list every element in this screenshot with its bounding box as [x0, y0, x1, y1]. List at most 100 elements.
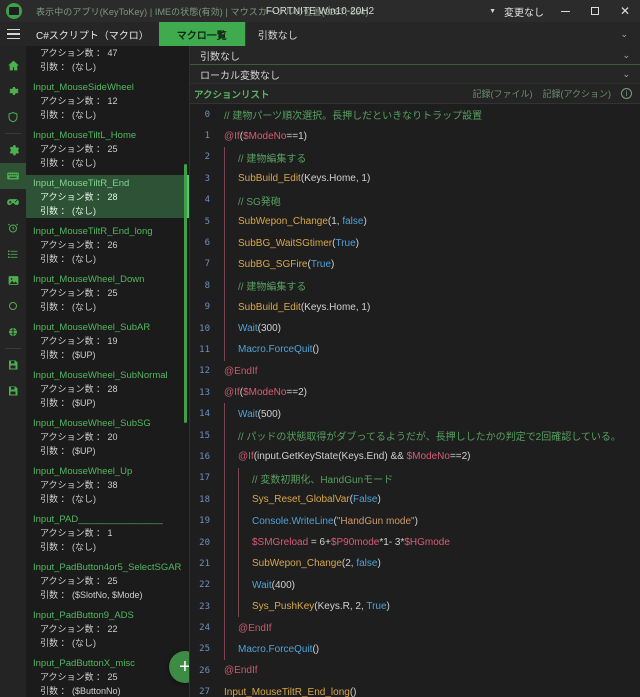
- indent-guide: [224, 403, 225, 425]
- image-icon[interactable]: [0, 267, 26, 293]
- macro-list-scroll-thumb[interactable]: [184, 164, 187, 424]
- code-token: false: [356, 558, 378, 570]
- code-line[interactable]: 19 Console.WriteLine("HandGun mode"): [190, 510, 640, 532]
- script-mode-label: C#スクリプト（マクロ）: [36, 30, 149, 42]
- code-line[interactable]: 18 Sys_Reset_GlobalVar(False): [190, 489, 640, 511]
- home-icon[interactable]: [0, 52, 26, 78]
- code-token: ==2): [449, 451, 471, 463]
- minimize-button[interactable]: [550, 0, 580, 22]
- code-token: @EndIf: [224, 665, 258, 677]
- maximize-button[interactable]: [580, 0, 610, 22]
- close-button[interactable]: ✕: [610, 0, 640, 22]
- code-line[interactable]: 8 // 建物編集する: [190, 275, 640, 297]
- code-token: Wait: [252, 579, 272, 591]
- list-icon[interactable]: [0, 241, 26, 267]
- hamburger-menu-icon[interactable]: [0, 22, 26, 46]
- code-line[interactable]: 4 // SG発砲: [190, 189, 640, 211]
- macro-list-item[interactable]: Input_PadButton4or5_SelectSGAR アクション数 ： 2…: [26, 559, 189, 602]
- macro-list-scroll[interactable]: アクション数 ： 47 引数 ： (なし) Input_MouseSideWheel…: [26, 46, 189, 697]
- locals-combo[interactable]: ローカル変数なし ⌄: [190, 65, 640, 84]
- chevron-down-icon[interactable]: ▼: [481, 8, 504, 15]
- macro-item-name: Input_MouseWheel_SubSG: [33, 418, 151, 429]
- alarm-clock-icon[interactable]: [0, 215, 26, 241]
- icon-rail: [0, 46, 26, 697]
- macro-item-name: Input_MouseTiltR_End_long: [33, 226, 153, 237]
- macro-item-name: Input_PadButton4or5_SelectSGAR: [33, 562, 182, 573]
- gear-icon[interactable]: [0, 137, 26, 163]
- code-line[interactable]: 5 SubWepon_Change(1, false): [190, 210, 640, 233]
- code-line[interactable]: 14 Wait(500): [190, 403, 640, 425]
- code-line[interactable]: 27 Input_MouseTiltR_End_long(): [190, 682, 640, 697]
- chevron-down-icon[interactable]: ⌄: [620, 29, 628, 40]
- macro-list-item[interactable]: アクション数 ： 47 引数 ： (なし): [26, 46, 189, 74]
- macro-list-item[interactable]: Input_PadButton9_ADS アクション数 ： 22 引数 ： (なし): [26, 607, 189, 650]
- record-action-button[interactable]: 記録(アクション): [542, 87, 611, 100]
- args-combo[interactable]: 引数なし ⌄: [190, 46, 640, 65]
- macro-list-item[interactable]: Input_MouseWheel_Down アクション数 ： 25 引数 ： (なし…: [26, 271, 189, 314]
- macro-list-panel[interactable]: アクション数 ： 47 引数 ： (なし) Input_MouseSideWheel…: [26, 46, 190, 697]
- globe-icon[interactable]: [0, 319, 26, 345]
- code-line[interactable]: 3 SubBuild_Edit(Keys.Home, 1): [190, 168, 640, 190]
- code-line[interactable]: 0 // 建物パーツ順次選択。長押しだといきなりトラップ設置: [190, 104, 640, 125]
- settings-gear-icon[interactable]: [0, 78, 26, 104]
- code-line[interactable]: 23 Sys_PushKey(Keys.R, 2, True): [190, 595, 640, 618]
- code-line-text: Macro.ForceQuit(): [238, 644, 319, 655]
- circle-icon[interactable]: [0, 293, 26, 319]
- macro-list-item[interactable]: Input_MouseWheel_Up アクション数 ： 38 引数 ： (なし): [26, 463, 189, 506]
- code-line[interactable]: 17 // 変数初期化、HandGunモード: [190, 467, 640, 490]
- tab-macro-list[interactable]: マクロ一覧: [158, 22, 245, 46]
- gamepad-icon[interactable]: [0, 189, 26, 215]
- code-token: // SG発砲: [238, 196, 281, 208]
- macro-list-item[interactable]: Input_MouseWheel_SubNormal アクション数 ： 28 引数 …: [26, 367, 189, 410]
- chevron-down-icon[interactable]: ⌄: [622, 50, 630, 61]
- save-as-icon[interactable]: [0, 378, 26, 404]
- info-icon[interactable]: i: [621, 88, 632, 99]
- code-line[interactable]: 26 @EndIf: [190, 660, 640, 681]
- code-token: True: [366, 601, 387, 613]
- macro-list-item[interactable]: Input_MouseSideWheel アクション数 ： 12 引数 ： (なし): [26, 79, 189, 122]
- code-line[interactable]: 24 @EndIf: [190, 617, 640, 639]
- code-token: SubBG_SGFire: [238, 258, 308, 270]
- line-number: 19: [199, 516, 210, 527]
- shield-icon[interactable]: [0, 104, 26, 130]
- code-line[interactable]: 6 SubBG_WaitSGtimer(True): [190, 232, 640, 254]
- chevron-down-icon[interactable]: ⌄: [622, 69, 630, 80]
- code-line[interactable]: 12 @EndIf: [190, 361, 640, 382]
- code-line[interactable]: 9 SubBuild_Edit(Keys.Home, 1): [190, 296, 640, 318]
- code-line[interactable]: 20 $SMGreload = 6+$P90mode*1- 3*$HGmode: [190, 531, 640, 554]
- macro-list-item[interactable]: Input_MouseTiltR_End_long アクション数 ： 26 引数 ：…: [26, 223, 189, 266]
- code-line[interactable]: 21 SubWepon_Change(2, false): [190, 553, 640, 575]
- code-line[interactable]: 10 Wait(300): [190, 317, 640, 340]
- macro-list-item[interactable]: Input_MouseWheel_SubAR アクション数 ： 19 引数 ： ($…: [26, 319, 189, 362]
- toolbar-args-field[interactable]: 引数なし ⌄: [244, 22, 640, 46]
- save-icon[interactable]: [0, 352, 26, 378]
- target-app-name[interactable]: FORTNITE Win10-20H2: [266, 6, 374, 17]
- code-line[interactable]: 13 @If($ModeNo==2): [190, 382, 640, 403]
- code-line[interactable]: 16 @If(input.GetKeyState(Keys.End) && $Mo…: [190, 446, 640, 468]
- macro-item-action-count: アクション数 ： 20: [40, 432, 118, 442]
- record-file-button[interactable]: 記録(ファイル): [472, 87, 532, 100]
- code-editor[interactable]: 0 // 建物パーツ順次選択。長押しだといきなりトラップ設置 1 @If($ModeN…: [190, 104, 640, 697]
- macro-list-item[interactable]: Input_PAD________________ アクション数 ： 1 引数 ： …: [26, 511, 189, 554]
- code-line[interactable]: 22 Wait(400): [190, 574, 640, 596]
- action-list-title: アクションリスト: [194, 89, 270, 101]
- code-line[interactable]: 15 // パッドの状態取得がダブってるようだが、長押ししたかの判定で2回確認して…: [190, 424, 640, 447]
- code-line-text: SubBuild_Edit(Keys.Home, 1): [238, 173, 370, 184]
- macro-list-item[interactable]: Input_MouseWheel_SubSG アクション数 ： 20 引数 ： ($…: [26, 415, 189, 458]
- keyboard-icon[interactable]: [0, 163, 26, 189]
- code-line[interactable]: 1 @If($ModeNo==1): [190, 125, 640, 146]
- code-token: (): [312, 643, 320, 655]
- code-token: ==2): [286, 387, 307, 399]
- macro-list-scrollbar[interactable]: [184, 48, 188, 695]
- macro-list-item[interactable]: Input_PadButtonX_misc アクション数 ： 25 引数 ： ($B…: [26, 655, 189, 697]
- code-line[interactable]: 7 SubBG_SGFire(True): [190, 253, 640, 276]
- line-number: 22: [199, 580, 210, 591]
- code-token: SubBuild_Edit: [238, 173, 301, 185]
- code-line[interactable]: 11 Macro.ForceQuit(): [190, 339, 640, 361]
- macro-list-item[interactable]: Input_MouseTiltR_End アクション数 ： 28 引数 ： (なし): [26, 175, 189, 218]
- code-line[interactable]: 25 Macro.ForceQuit(): [190, 638, 640, 661]
- action-list-header: アクションリスト 記録(ファイル) 記録(アクション) i: [190, 84, 640, 104]
- macro-list-item[interactable]: Input_MouseTiltL_Home アクション数 ： 25 引数 ： (なし…: [26, 127, 189, 170]
- code-line[interactable]: 2 // 建物編集する: [190, 146, 640, 169]
- code-token: // パッドの状態取得がダブってるようだが、長押ししたかの判定で2回確認している…: [238, 432, 621, 444]
